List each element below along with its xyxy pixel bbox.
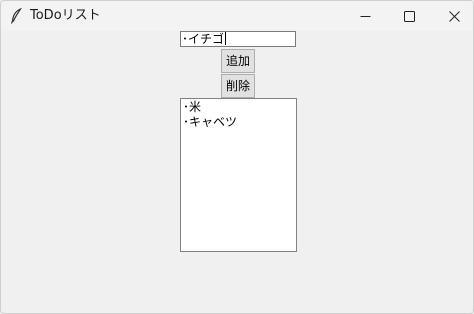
delete-button[interactable]: 削除 (221, 74, 255, 98)
feather-icon (10, 7, 23, 24)
maximize-button[interactable] (386, 1, 432, 31)
add-button[interactable]: 追加 (221, 49, 255, 73)
close-icon (448, 7, 460, 26)
window-title: ToDoリスト (30, 8, 101, 23)
minimize-button[interactable] (342, 1, 388, 31)
title-bar[interactable]: ToDoリスト (1, 1, 473, 31)
todo-listbox[interactable]: ･米 ･キャベツ (180, 98, 297, 252)
todo-input[interactable]: ･イチゴ (180, 31, 296, 47)
text-caret (225, 32, 227, 45)
list-item[interactable]: ･キャベツ (183, 115, 296, 130)
minimize-icon (360, 7, 371, 26)
list-item[interactable]: ･米 (183, 100, 296, 115)
app-window: ToDoリスト ･イチゴ 追加 削除 ･米 ･キャベツ (0, 0, 474, 314)
close-button[interactable] (431, 1, 473, 31)
maximize-icon (403, 7, 415, 26)
todo-input-text: ･イチゴ (182, 32, 225, 46)
